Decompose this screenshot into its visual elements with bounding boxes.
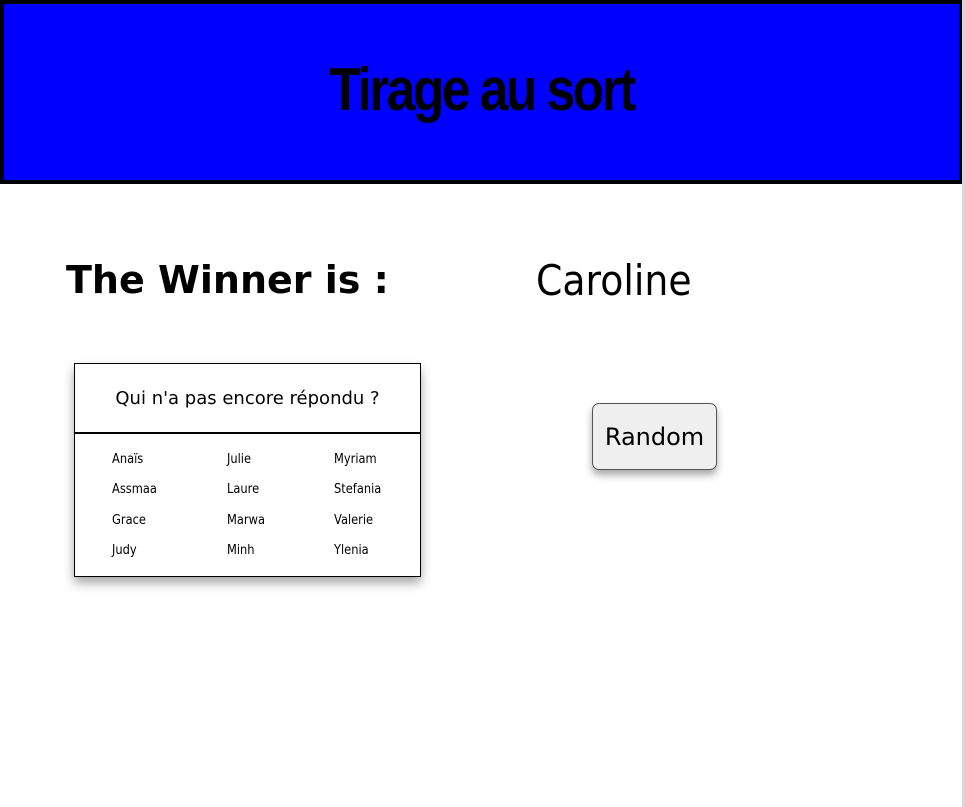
header-banner: Tirage au sort (0, 0, 963, 184)
pending-name: Anaïs (112, 452, 144, 467)
pending-name: Grace (112, 513, 146, 528)
pending-name: Myriam (334, 452, 377, 467)
random-button[interactable]: Random (592, 403, 717, 470)
pending-responses-title: Qui n'a pas encore répondu ? (75, 364, 420, 434)
pending-name: Valerie (334, 513, 374, 528)
pending-name: Minh (227, 543, 255, 558)
page-title: Tirage au sort (329, 56, 636, 123)
pending-name: Ylenia (334, 543, 369, 558)
pending-name: Marwa (227, 513, 265, 528)
pending-responses-card: Qui n'a pas encore répondu ? Anaïs Julie… (74, 363, 421, 577)
winner-name: Caroline (536, 256, 692, 305)
pending-name: Judy (112, 543, 137, 558)
pending-name: Laure (227, 482, 260, 497)
pending-name: Julie (227, 452, 252, 467)
pending-name: Assmaa (112, 482, 157, 497)
pending-name: Stefania (334, 482, 382, 497)
winner-label: The Winner is : (66, 258, 389, 302)
page: Tirage au sort The Winner is : Caroline … (0, 0, 965, 807)
